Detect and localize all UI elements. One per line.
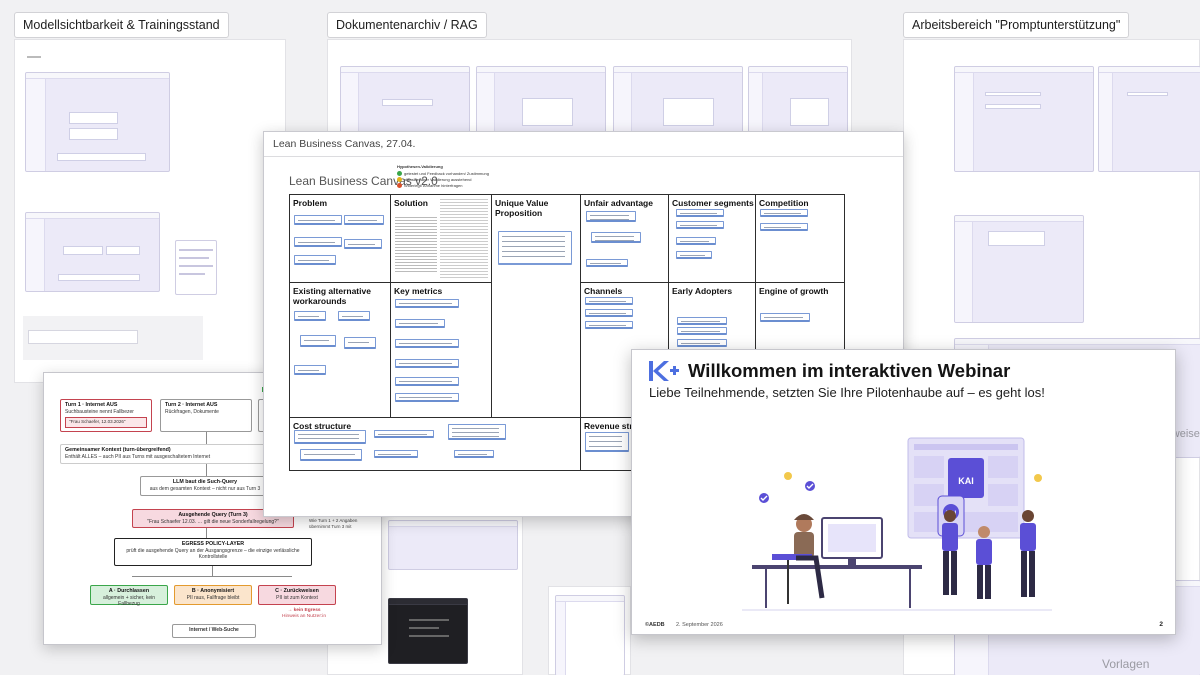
- thumbnail-group: [23, 316, 203, 360]
- frame-caption: [27, 56, 41, 58]
- cell-existing-alternatives[interactable]: Existing alternative workarounds: [289, 282, 391, 418]
- screenshot-thumbnail[interactable]: [613, 66, 743, 138]
- cell-customer-segments[interactable]: Customer segments: [668, 194, 756, 283]
- turn1-box[interactable]: Turn 1 · Internet AUS Suchbausteine nenn…: [60, 399, 152, 432]
- brand-logo-icon: [649, 361, 679, 381]
- turn2-box[interactable]: Turn 2 · Internet AUS Rückfragen, Dokume…: [160, 399, 252, 432]
- dark-screenshot-thumbnail[interactable]: [388, 598, 468, 664]
- screenshot-thumbnail[interactable]: [954, 66, 1094, 172]
- webinar-title: Willkommen im interaktiven Webinar: [688, 360, 1011, 381]
- cell-cost-structure[interactable]: Cost structure: [289, 417, 581, 471]
- connector: [206, 528, 207, 538]
- popup-thumbnail[interactable]: [175, 240, 217, 295]
- cell-solution[interactable]: Solution: [390, 194, 492, 283]
- webinar-subtitle: Liebe Teilnehmende, setzten Sie Ihre Pil…: [649, 385, 1045, 400]
- connector: [206, 464, 207, 476]
- slide-header: Lean Business Canvas, 27.04.: [264, 132, 903, 157]
- screenshot-thumbnail[interactable]: [340, 66, 470, 138]
- screenshot-thumbnail[interactable]: [388, 520, 518, 570]
- frame-label-document-archive[interactable]: Dokumentenarchiv / RAG: [327, 12, 487, 38]
- screenshot-thumbnail[interactable]: [25, 212, 160, 292]
- connector: [212, 566, 213, 576]
- option-b-anonymized[interactable]: B · Anonymisiert PII raus, Fallfrage ble…: [174, 585, 252, 605]
- llm-query-box[interactable]: LLM baut die Such-Query aus dem gesamten…: [140, 476, 270, 496]
- section-label-templates: Vorlagen: [1102, 657, 1150, 671]
- footer-brand: ©AEDB: [645, 622, 665, 628]
- screenshot-thumbnail[interactable]: [25, 72, 170, 172]
- legend-dot-green: [397, 171, 402, 177]
- internet-search-box[interactable]: Internet / Web-Suche: [172, 624, 256, 638]
- screenshot-thumbnail[interactable]: [555, 595, 625, 675]
- page-number: 2: [1159, 621, 1163, 628]
- cell-unfair-advantage[interactable]: Unfair advantage: [580, 194, 669, 283]
- connector: [132, 576, 292, 577]
- webinar-illustration: KAI KAI: [742, 437, 1052, 611]
- option-c-reject[interactable]: C · Zurückweisen PII ist zum Kontext: [258, 585, 336, 605]
- screenshot-thumbnail[interactable]: [476, 66, 606, 138]
- screenshot-thumbnail[interactable]: [1098, 66, 1200, 172]
- footer-date: 2. September 2026: [676, 622, 723, 628]
- svg-text:KAI: KAI: [958, 476, 974, 486]
- legend-dot-red: [397, 183, 402, 189]
- cell-uvp[interactable]: Unique Value Proposition: [491, 194, 581, 418]
- option-a-pass[interactable]: A · Durchlassen allgemein + sicher, kein…: [90, 585, 168, 607]
- turn1-quote: "Frau Schaefer, 12.03.2026": [65, 417, 147, 428]
- side-note: Wie Turn 1 + 2 Angaben übernimmt Turn 3 …: [309, 518, 358, 529]
- screen-badge: KAI: [948, 458, 984, 498]
- screenshot-thumbnail[interactable]: [954, 215, 1084, 323]
- cell-problem[interactable]: Problem: [289, 194, 391, 283]
- hypothesis-legend: Hypothesen-Validierung getestet und Feed…: [397, 164, 489, 189]
- egress-policy-box[interactable]: EGRESS POLICY-LAYER prüft die ausgehende…: [114, 538, 312, 566]
- legend-dot-yellow: [397, 177, 402, 183]
- screenshot-thumbnail[interactable]: [748, 66, 848, 138]
- frame-middle-bottom-2[interactable]: [548, 586, 631, 675]
- cell-key-metrics[interactable]: Key metrics: [390, 282, 492, 418]
- frame-label-prompt-workspace[interactable]: Arbeitsbereich "Promptunterstützung": [903, 12, 1130, 38]
- frame-document-archive[interactable]: [327, 39, 852, 139]
- frame-model-visibility[interactable]: [14, 39, 286, 383]
- frame-label-model-visibility[interactable]: Modellsichtbarkeit & Trainingsstand: [14, 12, 229, 38]
- webinar-title-slide[interactable]: Willkommen im interaktiven Webinar Liebe…: [631, 349, 1176, 635]
- connector: [206, 432, 207, 444]
- cell-competition[interactable]: Competition: [755, 194, 845, 283]
- no-egress-note: → kein Egress Hinweis an Nutzer:in: [282, 608, 326, 619]
